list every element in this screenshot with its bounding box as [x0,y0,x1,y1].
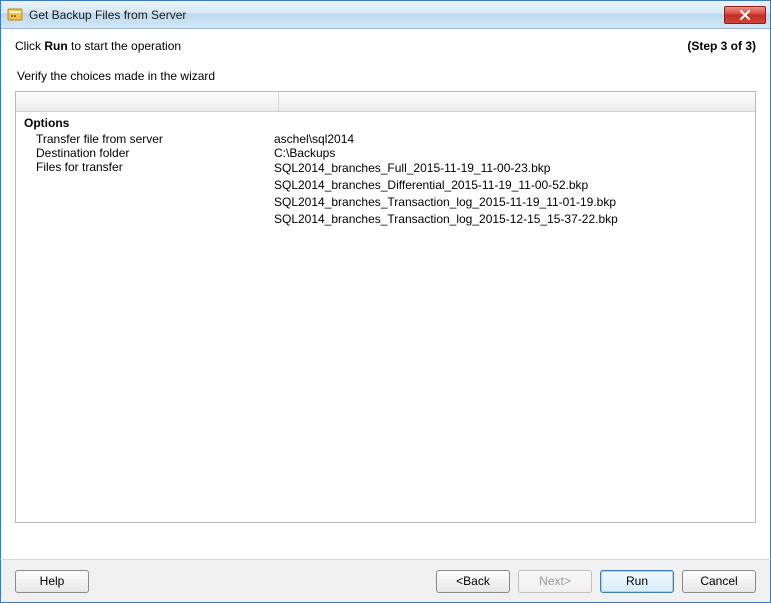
option-row-files: Files for transfer SQL2014_branches_Full… [24,160,747,228]
transfer-value: aschel\sql2014 [274,132,747,146]
back-button[interactable]: <Back [436,570,510,593]
verify-label: Verify the choices made in the wizard [17,69,756,83]
instruction-suffix: to start the operation [68,39,181,53]
footer: Help <Back Next> Run Cancel [0,559,771,603]
option-row-transfer: Transfer file from server aschel\sql2014 [24,132,747,146]
file-item: SQL2014_branches_Differential_2015-11-19… [274,177,747,194]
close-button[interactable] [724,6,766,24]
content-area: Verify the choices made in the wizard Op… [15,69,756,523]
files-list: SQL2014_branches_Full_2015-11-19_11-00-2… [274,160,747,228]
column-separator [278,92,279,111]
titlebar: Get Backup Files from Server [1,1,770,29]
wizard-header: Click Run to start the operation (Step 3… [1,29,770,61]
file-item: SQL2014_branches_Full_2015-11-19_11-00-2… [274,160,747,177]
instruction-prefix: Click [15,39,44,53]
options-section-title: Options [24,116,747,130]
run-button[interactable]: Run [600,570,674,593]
file-item: SQL2014_branches_Transaction_log_2015-12… [274,211,747,228]
summary-panel: Options Transfer file from server aschel… [15,91,756,523]
options-body: Options Transfer file from server aschel… [16,112,755,236]
instruction-text: Click Run to start the operation [15,39,687,53]
app-icon [7,7,23,23]
instruction-bold: Run [44,39,67,53]
window-title: Get Backup Files from Server [29,8,724,22]
destination-value: C:\Backups [274,146,747,160]
next-button: Next> [518,570,592,593]
files-label: Files for transfer [24,160,274,228]
step-indicator: (Step 3 of 3) [687,39,756,53]
transfer-label: Transfer file from server [24,132,274,146]
help-button[interactable]: Help [15,570,89,593]
close-icon [740,10,750,20]
cancel-button[interactable]: Cancel [682,570,756,593]
destination-label: Destination folder [24,146,274,160]
option-row-destination: Destination folder C:\Backups [24,146,747,160]
file-item: SQL2014_branches_Transaction_log_2015-11… [274,194,747,211]
summary-panel-header [16,92,755,112]
